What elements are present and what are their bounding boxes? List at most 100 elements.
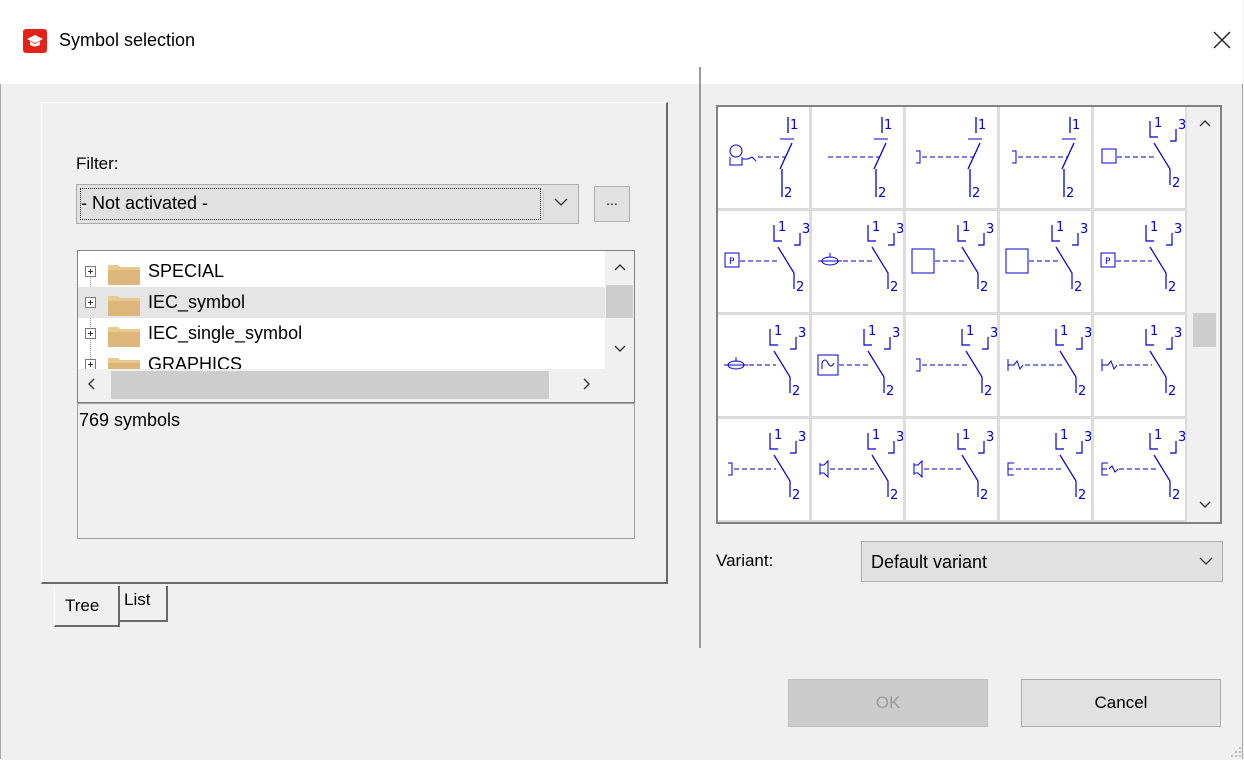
- symbol-cell[interactable]: 12: [812, 107, 903, 208]
- switch-symbol-icon: 1 3 2: [1101, 116, 1185, 191]
- pane-splitter[interactable]: [699, 67, 701, 648]
- chevron-down-icon: [1199, 557, 1213, 565]
- svg-text:3: 3: [1080, 222, 1088, 237]
- symbol-cell[interactable]: 1 3 2: [1094, 315, 1185, 416]
- svg-text:2: 2: [886, 384, 894, 399]
- symbol-cell[interactable]: [1094, 523, 1185, 524]
- svg-text:3: 3: [1174, 326, 1182, 341]
- dropdown-separator: [543, 191, 544, 217]
- symbol-tree[interactable]: SPECIAL IEC_symbol IEC_single_symbol GRA…: [77, 250, 635, 403]
- symbol-cell[interactable]: 1 3 2: [1000, 211, 1091, 312]
- scroll-left-icon[interactable]: [87, 378, 95, 390]
- scroll-down-icon[interactable]: [614, 345, 626, 353]
- svg-text:3: 3: [1174, 222, 1182, 237]
- switch-symbol-icon: 1 3 2: [819, 428, 903, 503]
- filter-more-button[interactable]: ...: [594, 186, 630, 222]
- tab-label: Tree: [65, 596, 100, 615]
- switch-symbol-icon: 1 3 2: [1101, 324, 1182, 399]
- resize-grip-icon[interactable]: [1230, 746, 1242, 758]
- scroll-thumb[interactable]: [111, 371, 549, 399]
- symbol-cell[interactable]: 1 3 2: [906, 211, 997, 312]
- tab-tree[interactable]: Tree: [54, 586, 120, 627]
- symbol-cell[interactable]: 1 3 2: [718, 419, 809, 520]
- tree-item-iec-symbol[interactable]: IEC_symbol: [78, 287, 605, 318]
- svg-text:1: 1: [774, 428, 782, 443]
- switch-symbol-icon: 1 3 2: [818, 220, 903, 295]
- tree-horizontal-scrollbar[interactable]: [78, 369, 605, 402]
- svg-text:2: 2: [980, 488, 988, 503]
- symbol-cell[interactable]: 12: [718, 107, 809, 208]
- svg-text:1: 1: [872, 220, 880, 235]
- svg-text:1: 1: [978, 118, 986, 133]
- svg-text:2: 2: [1168, 280, 1176, 295]
- expand-icon[interactable]: [85, 297, 96, 308]
- symbol-cell[interactable]: 12: [1000, 107, 1091, 208]
- ok-button[interactable]: OK: [788, 679, 988, 727]
- scroll-right-icon[interactable]: [583, 378, 591, 390]
- expand-icon[interactable]: [85, 266, 96, 277]
- tree-item-label: IEC_symbol: [148, 292, 246, 312]
- symbol-count-box: 769 symbols: [77, 403, 635, 539]
- scroll-up-icon[interactable]: [1199, 119, 1211, 127]
- scroll-thumb[interactable]: [1193, 313, 1216, 347]
- symbol-preview-grid[interactable]: 12121212132P132132132132P132132132132132…: [716, 105, 1222, 524]
- scrollbar-corner: [605, 369, 634, 402]
- symbol-cell[interactable]: 1 3 2: [1094, 419, 1185, 520]
- svg-text:1: 1: [1060, 428, 1068, 443]
- symbol-cell[interactable]: 1 3 2: [812, 211, 903, 312]
- symbol-cell[interactable]: [812, 523, 903, 524]
- symbol-cell[interactable]: 1 3 2: [1000, 419, 1091, 520]
- svg-text:2: 2: [972, 186, 980, 201]
- folder-icon: [108, 327, 140, 347]
- switch-symbol-icon: 1 3 2: [817, 324, 900, 399]
- switch-symbol-icon: 1 3 2: [1007, 428, 1091, 503]
- symbol-cell[interactable]: 1 3 2: [1000, 315, 1091, 416]
- chevron-down-icon: [554, 198, 568, 206]
- tree-item-iec-single-symbol[interactable]: IEC_single_symbol: [78, 318, 605, 349]
- close-button[interactable]: [1200, 18, 1244, 62]
- symbol-cell[interactable]: 1 3 2: [906, 419, 997, 520]
- svg-text:2: 2: [1078, 488, 1086, 503]
- svg-text:2: 2: [1078, 384, 1086, 399]
- tree-vertical-scrollbar[interactable]: [605, 251, 634, 369]
- scroll-up-icon[interactable]: [614, 263, 626, 271]
- switch-symbol-icon: 1 3 2: [911, 220, 994, 295]
- grid-vertical-scrollbar[interactable]: [1187, 107, 1220, 522]
- variant-label: Variant:: [716, 551, 774, 570]
- variant-dropdown[interactable]: Default variant: [861, 541, 1223, 582]
- svg-text:2: 2: [796, 280, 804, 295]
- symbol-cell[interactable]: 1 3 2: [812, 315, 903, 416]
- svg-text:2: 2: [890, 488, 898, 503]
- svg-text:2: 2: [792, 384, 800, 399]
- svg-text:3: 3: [1084, 326, 1091, 341]
- filter-dropdown[interactable]: - Not activated -: [76, 184, 579, 224]
- symbol-cell[interactable]: 1 3 2: [1094, 107, 1185, 208]
- tab-list[interactable]: List: [120, 586, 168, 622]
- svg-text:2: 2: [1074, 280, 1082, 295]
- svg-text:1: 1: [1150, 220, 1158, 235]
- symbol-cell[interactable]: 1 3 2: [718, 315, 809, 416]
- svg-text:3: 3: [1084, 430, 1091, 445]
- symbol-cell[interactable]: P 1 3 2: [1094, 211, 1185, 312]
- scroll-thumb[interactable]: [606, 285, 633, 318]
- svg-text:1: 1: [966, 324, 974, 339]
- svg-text:1: 1: [962, 220, 970, 235]
- svg-text:2: 2: [1168, 384, 1176, 399]
- symbol-cell[interactable]: 1 3 2: [812, 419, 903, 520]
- symbol-cell[interactable]: [1000, 523, 1091, 524]
- svg-text:1: 1: [1056, 220, 1064, 235]
- close-icon: [1213, 31, 1231, 49]
- symbol-cell[interactable]: 1 3 2: [906, 315, 997, 416]
- expand-icon[interactable]: [85, 328, 96, 339]
- symbol-cell[interactable]: 12: [906, 107, 997, 208]
- svg-text:2: 2: [784, 186, 792, 201]
- symbol-cell[interactable]: [906, 523, 997, 524]
- tree-item-special[interactable]: SPECIAL: [78, 256, 605, 287]
- symbol-cell[interactable]: [718, 523, 809, 524]
- scroll-down-icon[interactable]: [1199, 501, 1211, 509]
- folder-icon: [108, 265, 140, 285]
- variant-value: Default variant: [871, 552, 988, 572]
- switch-symbol-icon: 1 3 2: [916, 324, 997, 399]
- symbol-cell[interactable]: P 1 3 2: [718, 211, 809, 312]
- cancel-button[interactable]: Cancel: [1021, 679, 1221, 727]
